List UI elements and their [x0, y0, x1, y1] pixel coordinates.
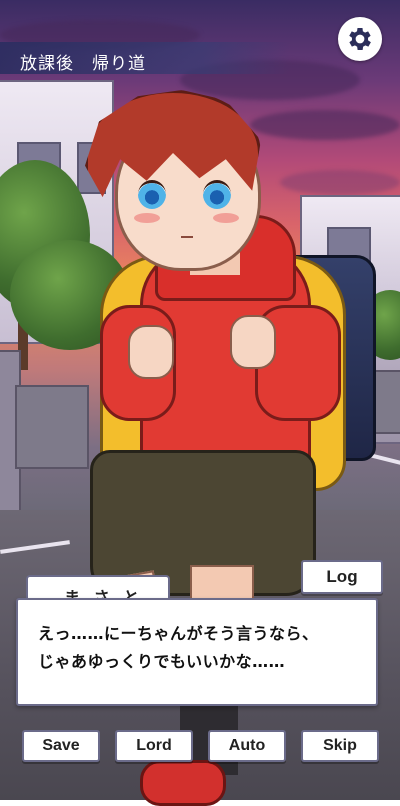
dialog-box[interactable]: えっ……にーちゃんがそう言うなら、 じゃあゆっくりでもいいかな……	[16, 598, 378, 706]
location-label: 放課後 帰り道	[20, 54, 146, 74]
dialog-line-1: えっ……にーちゃんがそう言うなら、	[38, 624, 319, 643]
settings-button[interactable]	[338, 17, 382, 61]
log-button[interactable]: Log	[301, 560, 383, 594]
location-banner: 放課後 帰り道	[0, 42, 290, 74]
dialog-line-2: じゃあゆっくりでもいいかな……	[38, 652, 286, 671]
load-button[interactable]: Lord	[115, 730, 193, 762]
save-button[interactable]: Save	[22, 730, 100, 762]
skip-button[interactable]: Skip	[301, 730, 379, 762]
gear-icon	[349, 28, 371, 50]
auto-button[interactable]: Auto	[208, 730, 286, 762]
